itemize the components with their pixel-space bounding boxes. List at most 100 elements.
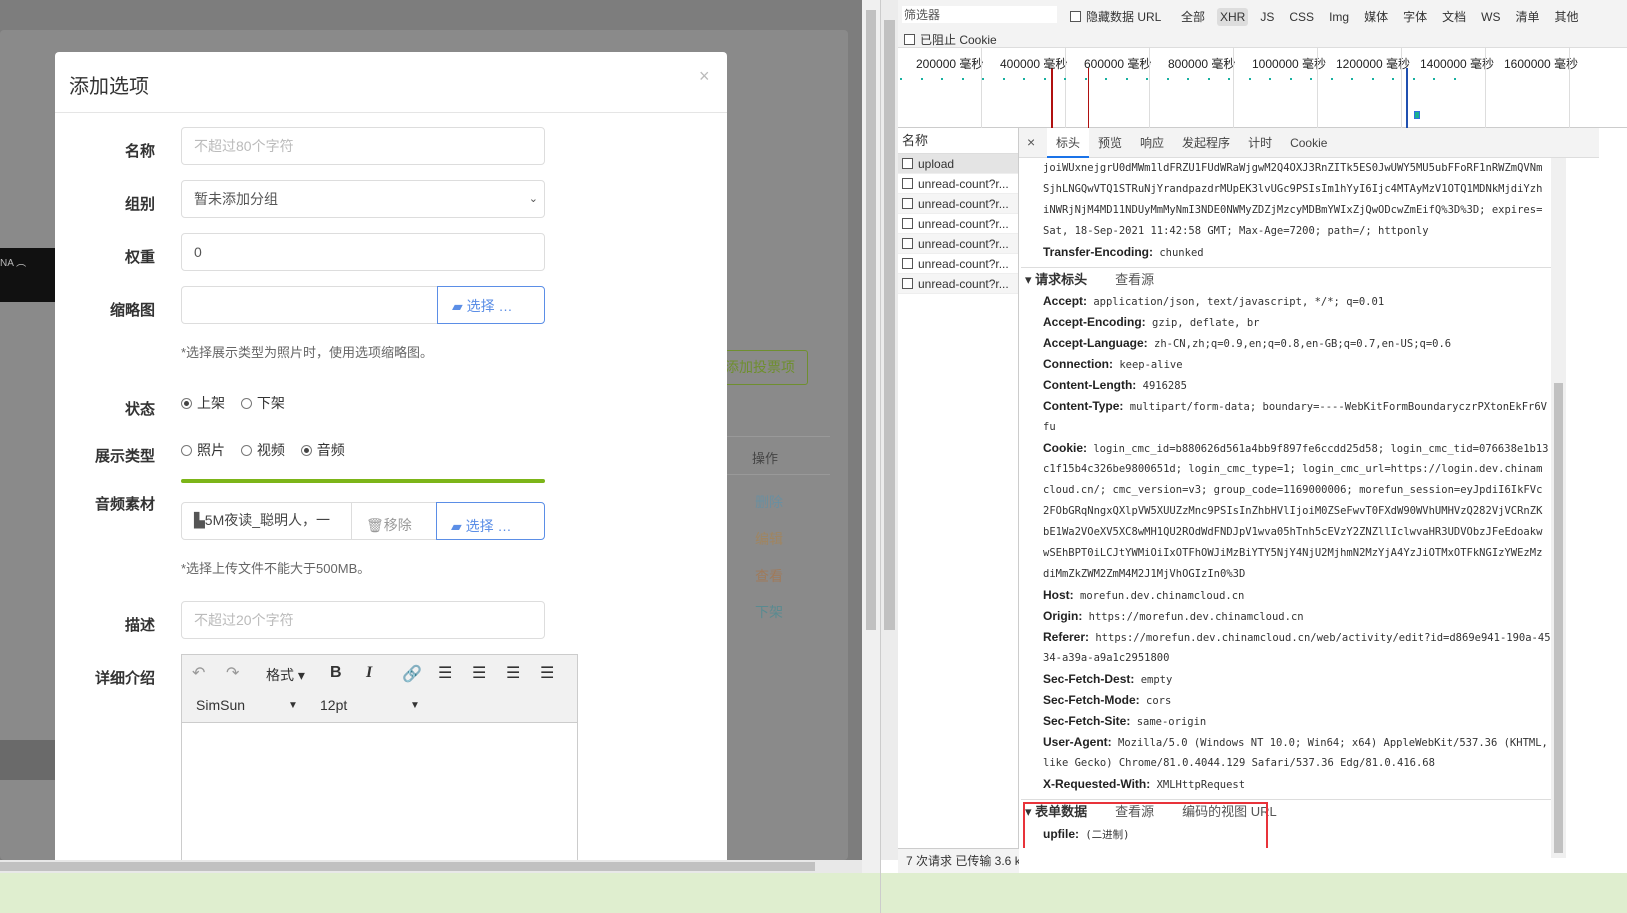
- thumbnail-select-button[interactable]: ▰ 选择 …: [437, 286, 545, 324]
- checkbox[interactable]: [902, 158, 913, 169]
- horizontal-scrollbar[interactable]: [0, 860, 862, 873]
- tab-预览[interactable]: 预览: [1089, 128, 1131, 158]
- scrollbar-thumb[interactable]: [866, 10, 876, 630]
- request-bar: [1414, 111, 1420, 119]
- devtools-left-scrollbar[interactable]: [881, 0, 898, 860]
- view-link[interactable]: 查看: [755, 566, 783, 586]
- filter-type-全部[interactable]: 全部: [1178, 8, 1208, 26]
- carrier-text: NA: [0, 258, 14, 269]
- radio-checked[interactable]: [300, 445, 312, 456]
- weight-input[interactable]: 0: [181, 233, 545, 271]
- upload-progress-bar: [181, 479, 545, 483]
- checkbox[interactable]: [904, 34, 915, 45]
- filter-type-js[interactable]: JS: [1257, 8, 1277, 26]
- request-row[interactable]: upload: [898, 154, 1018, 174]
- format-dropdown[interactable]: 格式 ▾: [266, 665, 305, 685]
- filter-input[interactable]: 筛选器: [902, 6, 1057, 23]
- display-option-video[interactable]: 视频: [240, 442, 285, 458]
- radio[interactable]: [240, 445, 252, 456]
- network-timeline[interactable]: 200000 毫秒 400000 毫秒 600000 毫秒 800000 毫秒 1000…: [898, 48, 1627, 128]
- name-input[interactable]: 不超过80个字符: [181, 127, 545, 165]
- link-icon[interactable]: 🔗: [402, 664, 422, 684]
- checkbox[interactable]: [902, 278, 913, 289]
- filter-type-其他[interactable]: 其他: [1551, 8, 1581, 26]
- request-row[interactable]: unread-count?r...: [898, 214, 1018, 234]
- display-option-photo[interactable]: 照片: [181, 442, 225, 458]
- checkbox[interactable]: [902, 198, 913, 209]
- edit-link[interactable]: 编辑: [755, 529, 783, 549]
- hide-data-url-checkbox[interactable]: 隐藏数据 URL: [1070, 8, 1161, 25]
- rich-text-editor[interactable]: ↶ ↷ 格式 ▾ B I 🔗 ☰ ☰ ☰ ☰ SimSun ▼ 12pt ▼: [181, 654, 578, 874]
- request-row[interactable]: unread-count?r...: [898, 194, 1018, 214]
- header-row: Content-Length: 4916285: [1021, 375, 1551, 396]
- status-option-offline[interactable]: 下架: [240, 395, 285, 411]
- undo-icon[interactable]: ↶: [192, 663, 205, 683]
- offline-link[interactable]: 下架: [755, 602, 783, 622]
- header-row: Transfer-Encoding: chunked: [1043, 245, 1204, 259]
- tab-计时[interactable]: 计时: [1239, 128, 1281, 158]
- select-label: 选择 …: [466, 298, 513, 314]
- radio[interactable]: [181, 445, 192, 456]
- scrollbar-thumb[interactable]: [884, 20, 895, 630]
- filter-type-xhr[interactable]: XHR: [1217, 8, 1249, 26]
- italic-icon[interactable]: I: [366, 664, 372, 682]
- align-center-icon[interactable]: ☰: [472, 663, 486, 683]
- scrollbar-thumb[interactable]: [0, 862, 815, 871]
- audio-select-button[interactable]: ▰ 选择 …: [436, 502, 545, 540]
- view-source-link[interactable]: 查看源: [1115, 272, 1154, 287]
- checkbox[interactable]: [902, 238, 913, 249]
- thumbnail-file-input[interactable]: [181, 286, 438, 324]
- display-option-audio[interactable]: 音频: [300, 442, 345, 458]
- divider: [55, 112, 727, 113]
- timeline-tick-label: 1400000 毫秒: [1420, 57, 1495, 71]
- tab-标头[interactable]: 标头: [1047, 128, 1090, 158]
- request-row[interactable]: unread-count?r...: [898, 274, 1018, 294]
- checkbox[interactable]: [1070, 11, 1081, 22]
- tab-响应[interactable]: 响应: [1131, 128, 1173, 158]
- delete-link[interactable]: 删除: [755, 492, 783, 512]
- align-right-icon[interactable]: ☰: [506, 663, 520, 683]
- redo-icon[interactable]: ↷: [226, 663, 239, 683]
- align-left-icon[interactable]: ☰: [438, 663, 452, 683]
- status-option-online[interactable]: 上架: [181, 395, 225, 411]
- request-row[interactable]: unread-count?r...: [898, 254, 1018, 274]
- close-icon[interactable]: ×: [699, 66, 710, 87]
- filter-type-ws[interactable]: WS: [1478, 8, 1503, 26]
- filter-type-清单[interactable]: 清单: [1512, 8, 1542, 26]
- group-select[interactable]: 暂未添加分组 ⌄: [181, 180, 545, 218]
- description-input[interactable]: 不超过20个字符: [181, 601, 545, 639]
- scrollbar-thumb[interactable]: [1554, 383, 1563, 853]
- devtools-network-panel: 筛选器 隐藏数据 URL 全部 XHR JS CSS Img 媒体 字体 文档 WS 清单 其他 已…: [880, 0, 1627, 913]
- timeline-gridline: [981, 48, 982, 128]
- filter-type-文档[interactable]: 文档: [1439, 8, 1469, 26]
- font-family-dropdown[interactable]: SimSun ▼: [196, 697, 298, 713]
- bottom-strip: [0, 873, 880, 913]
- request-row[interactable]: unread-count?r...: [898, 234, 1018, 254]
- close-detail-icon[interactable]: ×: [1027, 134, 1035, 150]
- name-column-header[interactable]: 名称: [898, 128, 1018, 154]
- header-key: Connection:: [1043, 357, 1113, 371]
- filter-type-img[interactable]: Img: [1326, 8, 1352, 26]
- checkbox[interactable]: [902, 178, 913, 189]
- remove-button[interactable]: 🗑移除: [351, 502, 437, 540]
- header-value-line: 2FObGRqNngxQXlpVW5XUUZzMnc9PSIsInZhbHVlI…: [1043, 505, 1543, 517]
- tab-cookie[interactable]: Cookie: [1281, 128, 1336, 158]
- request-row[interactable]: unread-count?r...: [898, 174, 1018, 194]
- filter-type-css[interactable]: CSS: [1286, 8, 1317, 26]
- checkbox[interactable]: [902, 218, 913, 229]
- filter-type-字体[interactable]: 字体: [1400, 8, 1430, 26]
- radio[interactable]: [240, 398, 252, 409]
- details-scrollbar[interactable]: [1551, 158, 1566, 858]
- filter-type-媒体[interactable]: 媒体: [1361, 8, 1391, 26]
- tab-发起程序[interactable]: 发起程序: [1173, 128, 1239, 158]
- radio-checked[interactable]: [181, 398, 192, 409]
- font-size-dropdown[interactable]: 12pt ▼: [320, 697, 420, 713]
- justify-icon[interactable]: ☰: [540, 663, 554, 683]
- blocked-cookies-checkbox[interactable]: 已阻止 Cookie: [904, 31, 997, 48]
- vertical-scrollbar[interactable]: [862, 0, 880, 873]
- request-name: unread-count?r...: [918, 237, 1009, 251]
- checkbox[interactable]: [902, 258, 913, 269]
- request-headers-section[interactable]: ▾ 请求标头 查看源: [1021, 267, 1551, 291]
- bold-icon[interactable]: B: [330, 664, 342, 682]
- timeline-dot: [1269, 78, 1271, 80]
